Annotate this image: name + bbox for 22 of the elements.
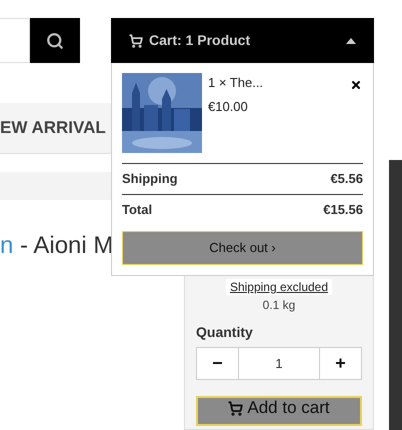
search-icon bbox=[46, 32, 64, 50]
decrement-button[interactable]: − bbox=[196, 347, 239, 380]
cart-plus-icon bbox=[228, 401, 244, 416]
shipping-link[interactable]: Shipping excluded bbox=[226, 279, 332, 295]
cart-item-price: €10.00 bbox=[208, 99, 249, 115]
shipping-value: €5.56 bbox=[330, 171, 363, 187]
cart-item-name[interactable]: 1 × The... bbox=[208, 75, 343, 91]
cart-icon bbox=[129, 34, 143, 48]
search-field[interactable] bbox=[0, 18, 30, 63]
quantity-label: Quantity bbox=[196, 323, 253, 341]
checkout-button[interactable]: Check out › bbox=[122, 231, 363, 265]
caret-icon bbox=[346, 38, 356, 44]
weight-text: 0.1 kg bbox=[262, 297, 296, 313]
total-label: Total bbox=[122, 202, 152, 218]
cart-button[interactable]: Cart: 1 Product bbox=[111, 18, 374, 63]
add-to-cart-button[interactable]: Add to cart bbox=[196, 396, 362, 426]
increment-button[interactable]: + bbox=[319, 347, 362, 380]
close-icon bbox=[350, 79, 362, 91]
quantity-field[interactable]: 1 bbox=[239, 347, 319, 380]
shipping-label: Shipping bbox=[122, 171, 178, 187]
total-value: €15.56 bbox=[323, 202, 363, 218]
search-button[interactable] bbox=[30, 18, 80, 63]
